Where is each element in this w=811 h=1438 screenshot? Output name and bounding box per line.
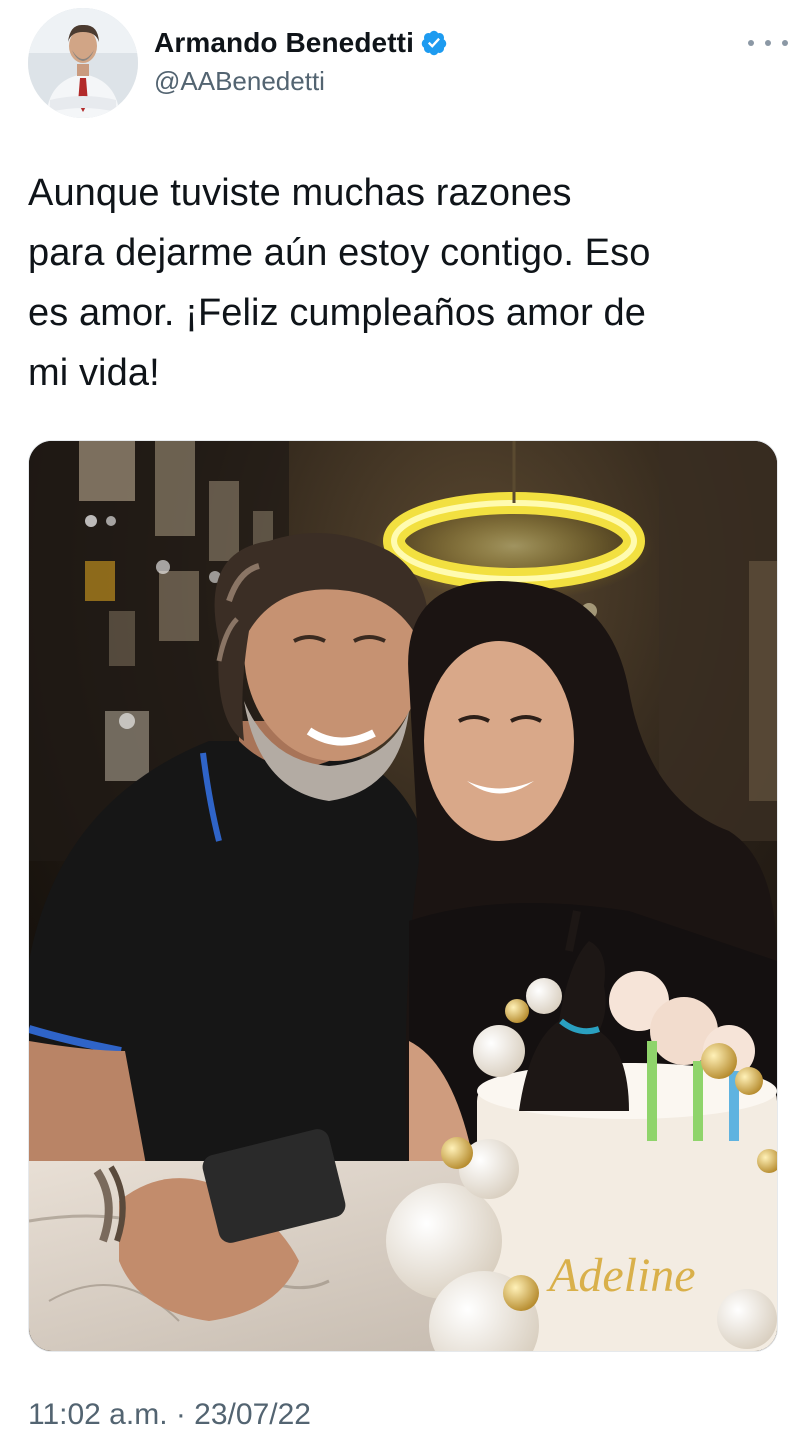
author-block: Armando Benedetti @AABenedetti	[154, 26, 448, 97]
more-horizontal-icon	[748, 40, 754, 46]
more-horizontal-icon-dot	[782, 40, 788, 46]
tweet-header: Armando Benedetti @AABenedetti	[28, 8, 788, 118]
tweet-photo[interactable]: Adeline	[28, 440, 778, 1352]
tweet-timestamp[interactable]: 11:02 a.m. · 23/07/22	[28, 1398, 311, 1432]
tweet-text: Aunque tuviste muchas razones para dejar…	[28, 172, 651, 394]
author-handle[interactable]: @AABenedetti	[154, 66, 448, 97]
cake-inscription: Adeline	[546, 1249, 696, 1302]
display-name-row: Armando Benedetti	[154, 26, 448, 60]
more-horizontal-icon-dot	[765, 40, 771, 46]
author-name[interactable]: Armando Benedetti	[154, 27, 414, 59]
verified-badge-icon	[420, 29, 448, 57]
avatar[interactable]	[28, 8, 138, 118]
more-options-button[interactable]	[748, 34, 788, 52]
